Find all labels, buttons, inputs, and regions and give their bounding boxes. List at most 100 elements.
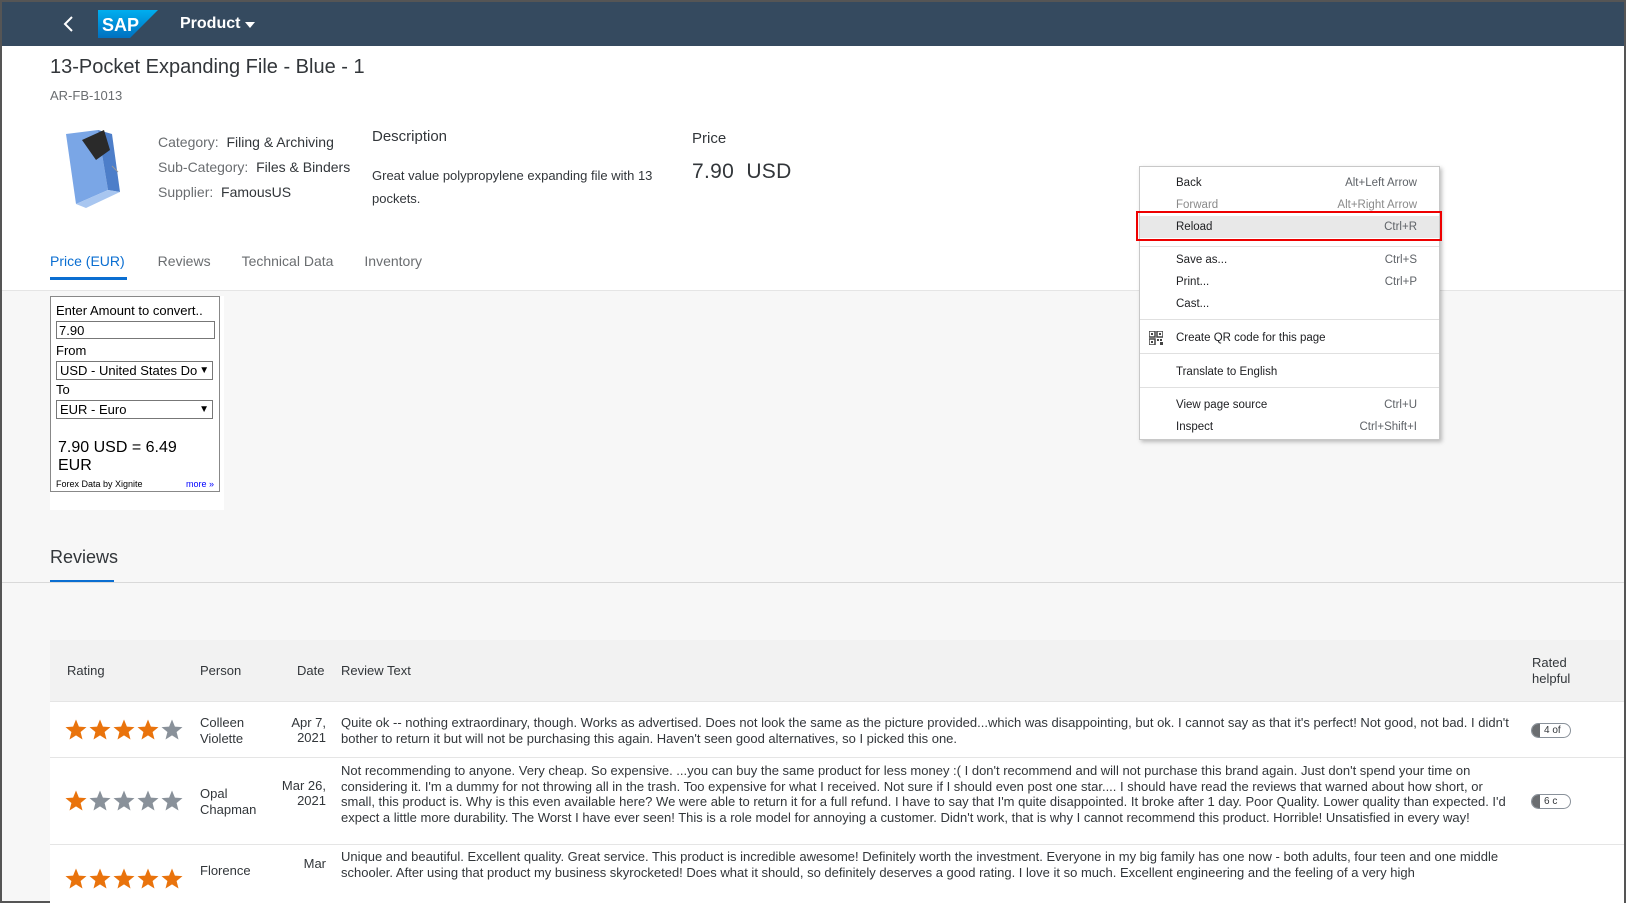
menu-shortcut: Ctrl+U xyxy=(1384,399,1417,411)
more-link[interactable]: more » xyxy=(186,479,214,489)
tab-inventory[interactable]: Inventory xyxy=(364,242,422,280)
reviewer-name: Florence xyxy=(200,863,251,878)
subcategory-value: Files & Binders xyxy=(256,159,351,175)
menu-shortcut: Ctrl+Shift+I xyxy=(1359,421,1417,433)
review-text: Not recommending to anyone. Very cheap. … xyxy=(341,763,1506,825)
helpful-count: 4 of xyxy=(1544,725,1561,736)
reviewer-name: Opal Chapman xyxy=(200,786,257,817)
menu-item-cast[interactable]: Cast... xyxy=(1140,293,1439,315)
menu-shortcut: Ctrl+P xyxy=(1384,276,1417,288)
rating-stars xyxy=(64,789,184,813)
to-currency-select[interactable]: EUR - Euro ▼ xyxy=(56,400,213,419)
star-empty-icon xyxy=(161,719,183,740)
star-filled-icon xyxy=(65,719,87,740)
menu-item-reload[interactable]: Reload Ctrl+R xyxy=(1140,216,1439,238)
app-title-menu[interactable]: Product xyxy=(180,15,256,33)
menu-label: Inspect xyxy=(1176,421,1214,433)
star-filled-icon xyxy=(161,868,183,889)
menu-label: View page source xyxy=(1176,399,1268,411)
description-text: Great value polypropylene expanding file… xyxy=(372,168,653,206)
menu-shortcut: Ctrl+S xyxy=(1384,254,1417,266)
to-currency-value: EUR - Euro xyxy=(60,402,127,417)
table-row[interactable]: Florence Mar Unique and beautiful. Excel… xyxy=(50,845,1624,903)
menu-label: Back xyxy=(1176,177,1202,189)
back-button[interactable] xyxy=(54,9,84,39)
tab-price-eur[interactable]: Price (EUR) xyxy=(50,242,127,280)
col-person[interactable]: Person xyxy=(200,663,241,678)
price-heading: Price xyxy=(692,130,727,147)
col-date[interactable]: Date xyxy=(297,663,324,678)
conversion-result: 7.90 USD = 6.49 EUR xyxy=(58,439,177,474)
table-row[interactable]: Colleen Violette Apr 7, 2021 Quite ok --… xyxy=(50,702,1624,758)
product-attributes: Category: Filing & Archiving Sub-Categor… xyxy=(158,130,350,205)
tab-reviews[interactable]: Reviews xyxy=(158,242,211,280)
menu-label: Forward xyxy=(1176,199,1219,211)
menu-item-translate[interactable]: Translate to English xyxy=(1140,361,1439,383)
star-filled-icon xyxy=(65,790,87,811)
browser-context-menu: Back Alt+Left Arrow Forward Alt+Right Arro… xyxy=(1139,166,1440,440)
chevron-down-icon: ▼ xyxy=(199,404,209,415)
menu-item-forward[interactable]: Forward Alt+Right Arrow xyxy=(1140,194,1439,216)
menu-separator xyxy=(1140,353,1439,354)
from-label: From xyxy=(56,343,87,358)
menu-shortcut: Alt+Right Arrow xyxy=(1337,199,1417,211)
col-rated-helpful[interactable]: Rated helpful xyxy=(1532,655,1576,687)
menu-shortcut: Alt+Left Arrow xyxy=(1345,177,1417,189)
menu-label: Translate to English xyxy=(1176,366,1278,378)
product-id: AR-FB-1013 xyxy=(50,88,123,103)
menu-item-save-as[interactable]: Save as... Ctrl+S xyxy=(1140,249,1439,271)
menu-label: Create QR code for this page xyxy=(1176,332,1326,344)
back-arrow-icon xyxy=(63,16,73,32)
tab-bar: Price (EUR) Reviews Technical Data Inven… xyxy=(50,242,422,280)
tab-technical-data[interactable]: Technical Data xyxy=(242,242,334,280)
amount-input[interactable] xyxy=(56,321,215,339)
star-filled-icon xyxy=(137,719,159,740)
menu-separator xyxy=(1140,387,1439,388)
star-filled-icon xyxy=(113,719,135,740)
menu-label: Reload xyxy=(1176,221,1213,233)
star-filled-icon xyxy=(89,719,111,740)
menu-item-view-source[interactable]: View page source Ctrl+U xyxy=(1140,394,1439,416)
menu-shortcut: Ctrl+R xyxy=(1384,221,1417,233)
menu-item-inspect[interactable]: Inspect Ctrl+Shift+I xyxy=(1140,416,1439,438)
helpful-indicator: 6 c xyxy=(1531,794,1571,809)
category-label: Category: xyxy=(158,134,219,150)
col-rating[interactable]: Rating xyxy=(67,663,105,678)
menu-item-back[interactable]: Back Alt+Left Arrow xyxy=(1140,172,1439,194)
star-empty-icon xyxy=(89,790,111,811)
col-review-text[interactable]: Review Text xyxy=(341,663,411,678)
rating-stars xyxy=(64,867,184,891)
currency-converter: Enter Amount to convert.. From USD - Uni… xyxy=(50,296,220,492)
description-heading: Description xyxy=(372,128,448,145)
review-text: Unique and beautiful. Excellent quality.… xyxy=(341,849,1499,880)
converter-container: Enter Amount to convert.. From USD - Uni… xyxy=(50,296,224,510)
sap-logo[interactable]: SAP xyxy=(98,10,158,38)
category-value: Filing & Archiving xyxy=(226,134,334,150)
review-date: Apr 7, 2021 xyxy=(291,715,326,745)
price-value: 7.90 USD xyxy=(692,160,792,183)
chevron-down-icon: ▼ xyxy=(199,365,210,376)
star-filled-icon xyxy=(137,868,159,889)
svg-text:SAP: SAP xyxy=(102,15,139,35)
from-currency-value: USD - United States Do xyxy=(60,363,198,378)
menu-item-print[interactable]: Print... Ctrl+P xyxy=(1140,271,1439,293)
menu-label: Print... xyxy=(1176,276,1210,288)
star-empty-icon xyxy=(113,790,135,811)
helpful-indicator: 4 of xyxy=(1531,723,1571,738)
qr-code-icon xyxy=(1149,331,1163,345)
shell-bar: SAP Product xyxy=(2,2,1624,46)
menu-label: Save as... xyxy=(1176,254,1228,266)
star-empty-icon xyxy=(137,790,159,811)
table-header: Rating Person Date Review Text Rated hel… xyxy=(50,640,1624,702)
star-filled-icon xyxy=(113,868,135,889)
menu-label: Cast... xyxy=(1176,298,1210,310)
table-row[interactable]: Opal Chapman Mar 26, 2021 Not recommendi… xyxy=(50,758,1624,845)
menu-item-create-qr[interactable]: Create QR code for this page xyxy=(1140,327,1439,349)
forex-credit: Forex Data by Xignite xyxy=(56,479,143,489)
from-currency-select[interactable]: USD - United States Do ▼ xyxy=(56,361,213,380)
menu-separator xyxy=(1140,246,1439,247)
converter-footer: Forex Data by Xignite more » xyxy=(56,479,214,489)
supplier-value[interactable]: FamousUS xyxy=(221,184,291,200)
reviews-heading: Reviews xyxy=(50,547,119,567)
star-empty-icon xyxy=(161,790,183,811)
